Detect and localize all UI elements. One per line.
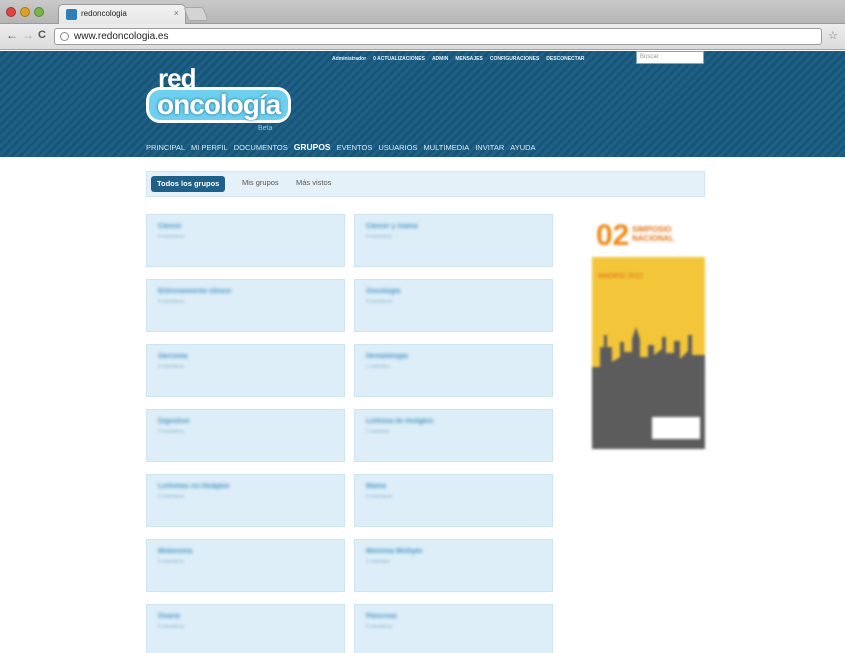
group-title: Sarcoma	[158, 353, 188, 360]
nav-item-documentos[interactable]: DOCUMENTOS	[234, 143, 288, 152]
topbar-admin[interactable]: ADMIN	[432, 56, 448, 62]
nav-item-grupos[interactable]: GRUPOS	[294, 142, 331, 152]
nav-item-usuarios[interactable]: USUARIOS	[378, 143, 417, 152]
browser-window: redoncologia × ← → C www.redoncologia.es…	[0, 0, 845, 653]
group-card[interactable]: Melanoma 0 miembros	[146, 539, 345, 592]
close-tab-icon[interactable]: ×	[174, 8, 179, 18]
group-members: 0 miembros	[158, 234, 185, 240]
group-title: Ovario	[158, 613, 181, 620]
group-title: Digestivo	[158, 418, 190, 425]
group-card[interactable]: Linfomas no Hodgkin 0 miembros	[146, 474, 345, 527]
favicon-icon	[66, 9, 77, 20]
tab-title: redoncologia	[81, 9, 127, 18]
back-arrow-icon[interactable]: ←	[6, 28, 18, 42]
group-members: 0 miembros	[366, 299, 393, 305]
main-nav: PRINCIPAL MI PERFIL DOCUMENTOS GRUPOS EV…	[0, 137, 845, 157]
logo-beta-text: Beta	[258, 125, 273, 132]
group-members: 1 miembro	[366, 429, 390, 435]
account-bar: Administrador 0 ACTUALIZACIONES ADMIN ME…	[332, 53, 585, 65]
group-card[interactable]: Páncreas 0 miembros	[354, 604, 553, 653]
group-card[interactable]: Oncología 0 miembros	[354, 279, 553, 332]
tab-bar: redoncologia ×	[0, 0, 845, 24]
tab-most-viewed[interactable]: Más vistos	[296, 178, 331, 187]
group-card[interactable]: Mieloma Múltiple 1 miembro	[354, 539, 553, 592]
group-title: Páncreas	[366, 613, 398, 620]
topbar-updates[interactable]: 0 ACTUALIZACIONES	[373, 56, 425, 62]
topbar-messages[interactable]: MENSAJES	[455, 56, 483, 62]
group-members: 0 miembros	[158, 364, 185, 370]
group-members: 0 miembros	[366, 624, 393, 630]
group-card[interactable]: Digestivo 0 miembros	[146, 409, 345, 462]
group-card[interactable]: Linfoma de Hodgkin 1 miembro	[354, 409, 553, 462]
group-filter-tabs: Todos los grupos Mis grupos Más vistos	[146, 171, 705, 197]
group-card[interactable]: Sarcoma 0 miembros	[146, 344, 345, 397]
url-text[interactable]: www.redoncologia.es	[74, 31, 169, 42]
nav-item-principal[interactable]: PRINCIPAL	[146, 143, 185, 152]
group-title: Cáncer y mama	[366, 223, 418, 230]
group-title: Mieloma Múltiple	[366, 548, 423, 555]
nav-item-ayuda[interactable]: AYUDA	[510, 143, 535, 152]
group-title: Oncología	[366, 288, 401, 295]
topbar-logout[interactable]: DESCONECTAR	[546, 56, 584, 62]
group-members: 0 miembros	[158, 559, 185, 565]
poster-title: SIMPOSIO NACIONAL	[632, 225, 675, 243]
group-members: 0 miembros	[366, 234, 393, 240]
poster-dates: MADRID 2012	[598, 273, 644, 280]
event-poster-banner[interactable]: 02 SIMPOSIO NACIONAL MADRID 2012	[592, 217, 705, 449]
group-card[interactable]: Cáncer 0 miembros	[146, 214, 345, 267]
forward-arrow-icon[interactable]: →	[22, 28, 34, 42]
globe-icon	[60, 32, 69, 41]
group-card[interactable]: Mama 0 miembros	[354, 474, 553, 527]
nav-item-mi-perfil[interactable]: MI PERFIL	[191, 143, 228, 152]
group-title: Linfoma de Hodgkin	[366, 418, 434, 425]
site-header: Administrador 0 ACTUALIZACIONES ADMIN ME…	[0, 51, 845, 157]
group-members: 0 miembros	[158, 624, 185, 630]
web-page: Administrador 0 ACTUALIZACIONES ADMIN ME…	[0, 51, 845, 653]
group-title: Hematología	[366, 353, 409, 360]
topbar-user[interactable]: Administrador	[332, 56, 366, 62]
poster-number: 02	[596, 219, 630, 252]
nav-item-multimedia[interactable]: MULTIMEDIA	[424, 143, 470, 152]
group-card[interactable]: Hematología 1 miembro	[354, 344, 553, 397]
group-members: 1 miembro	[366, 364, 390, 370]
group-members: 0 miembros	[158, 494, 185, 500]
topbar-settings[interactable]: CONFIGURACIONES	[490, 56, 539, 62]
zoom-window-button[interactable]	[34, 7, 44, 17]
new-tab-button[interactable]	[183, 7, 209, 21]
bookmark-star-icon[interactable]: ☆	[828, 29, 838, 42]
group-title: Mama	[366, 483, 386, 490]
tab-my-groups[interactable]: Mis grupos	[242, 178, 279, 187]
poster-info-box	[652, 417, 700, 439]
browser-toolbar: ← → C www.redoncologia.es ☆	[0, 24, 845, 50]
group-title: Cáncer	[158, 223, 182, 230]
minimize-window-button[interactable]	[20, 7, 30, 17]
logo-main-text: oncología	[146, 87, 292, 123]
tab-all-groups[interactable]: Todos los grupos	[151, 176, 226, 192]
nav-item-eventos[interactable]: EVENTOS	[337, 143, 373, 152]
group-members: 1 miembro	[366, 559, 390, 565]
group-title: Linfomas no Hodgkin	[158, 483, 230, 490]
browser-tab[interactable]: redoncologia ×	[58, 4, 186, 24]
reload-icon[interactable]: C	[38, 29, 46, 41]
site-logo[interactable]: red oncología Beta	[146, 63, 311, 133]
group-members: 0 miembros	[158, 429, 185, 435]
address-bar[interactable]: www.redoncologia.es	[54, 28, 822, 45]
group-title: Melanoma	[158, 548, 193, 555]
group-members: 0 miembros	[158, 299, 185, 305]
group-title: Entrenamiento clínico	[158, 288, 232, 295]
group-card[interactable]: Entrenamiento clínico 0 miembros	[146, 279, 345, 332]
group-card[interactable]: Ovario 0 miembros	[146, 604, 345, 653]
nav-item-invitar[interactable]: INVITAR	[475, 143, 504, 152]
group-card[interactable]: Cáncer y mama 0 miembros	[354, 214, 553, 267]
group-members: 0 miembros	[366, 494, 393, 500]
search-input[interactable]: Buscar	[636, 51, 704, 64]
close-window-button[interactable]	[6, 7, 16, 17]
